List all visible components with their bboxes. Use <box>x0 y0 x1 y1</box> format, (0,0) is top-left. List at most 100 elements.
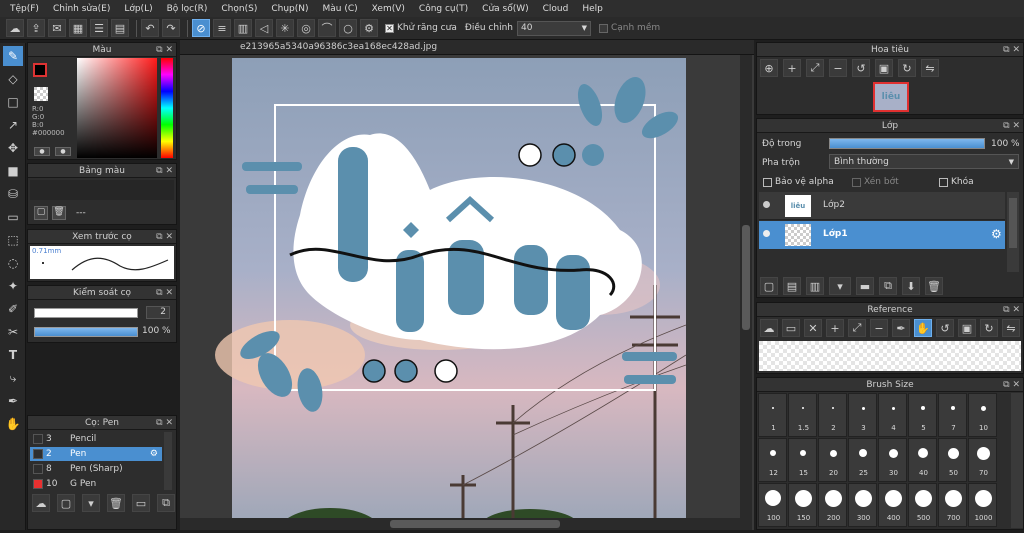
brush-size-cell[interactable]: 700 <box>938 483 967 527</box>
magic-wand-tool-icon[interactable]: ✦ <box>3 276 23 296</box>
undo-icon[interactable]: ↶ <box>141 19 159 37</box>
brush-menu-icon[interactable]: ▾ <box>82 494 100 512</box>
menu-layer[interactable]: Lớp(L) <box>117 4 159 14</box>
reference-canvas[interactable] <box>759 341 1021 371</box>
merge-layer-icon[interactable]: ⬇ <box>902 277 920 295</box>
layer-row[interactable]: liêu Lớp2 <box>759 192 1005 220</box>
layer-folder-icon[interactable]: ▬ <box>856 277 874 295</box>
ref-zoom-actual-icon[interactable]: ⤢ <box>848 319 866 337</box>
radial-snap-icon[interactable]: ✳ <box>276 19 294 37</box>
new-layer-1bit-icon[interactable]: ▥ <box>806 277 824 295</box>
brush-size-cell[interactable]: 30 <box>878 438 907 482</box>
rotate-right-icon[interactable]: ↻ <box>898 59 916 77</box>
hand-tool-icon[interactable]: ✋ <box>3 414 23 434</box>
delete-brush-icon[interactable]: 🗑 <box>107 494 125 512</box>
brush-size-cell[interactable]: 7 <box>938 393 967 437</box>
ref-close-icon[interactable]: ✕ <box>804 319 822 337</box>
text-tool-icon[interactable]: T <box>3 345 23 365</box>
smooth-edge-toggle[interactable]: Cạnh mềm <box>598 23 660 33</box>
menu-view[interactable]: Xem(V) <box>365 4 412 14</box>
brush-size-scrollbar[interactable] <box>1011 393 1023 528</box>
cloud-icon[interactable]: ☁ <box>6 19 24 37</box>
ref-zoom-out-icon[interactable]: − <box>870 319 888 337</box>
layers-icon[interactable]: ▤ <box>111 19 129 37</box>
new-layer-icon[interactable]: ▢ <box>760 277 778 295</box>
fill-shape-tool-icon[interactable]: ■ <box>3 161 23 181</box>
duplicate-layer-icon[interactable]: ⧉ <box>879 277 897 295</box>
brush-size-cell[interactable]: 300 <box>848 483 877 527</box>
saturation-value-square[interactable] <box>77 58 157 158</box>
clip-toggle[interactable]: Xén bớt <box>852 177 899 187</box>
layer-settings-icon[interactable]: ⚙ <box>991 227 1002 241</box>
brush-size-cell[interactable]: 500 <box>908 483 937 527</box>
divide-tool-icon[interactable]: ⤷ <box>3 368 23 388</box>
new-layer-8bit-icon[interactable]: ▤ <box>783 277 801 295</box>
antialias-checkbox[interactable]: ✕ <box>385 23 394 33</box>
foreground-color[interactable] <box>33 63 47 77</box>
close-icon[interactable]: ⧉ ✕ <box>156 416 173 430</box>
protect-alpha-toggle[interactable]: Bảo vệ alpha <box>763 177 834 187</box>
brush-size-cell[interactable]: 10 <box>968 393 997 437</box>
brush-size-value[interactable]: 2 <box>146 306 170 319</box>
zoom-actual-icon[interactable]: ⤢ <box>806 59 824 77</box>
brush-folder-icon[interactable]: ▭ <box>132 494 150 512</box>
close-icon[interactable]: ⧉ ✕ <box>156 164 173 178</box>
shape-tool-icon[interactable]: □ <box>3 92 23 112</box>
brush-opacity-slider[interactable] <box>34 327 138 337</box>
menu-filter[interactable]: Bộ lọc(R) <box>160 4 215 14</box>
brush-size-cell[interactable]: 4 <box>878 393 907 437</box>
document-tab[interactable]: e213965a5340a96386c3ea168ec428ad.jpg <box>180 40 754 55</box>
brush-size-cell[interactable]: 3 <box>848 393 877 437</box>
select-tool-icon[interactable]: ⬚ <box>3 230 23 250</box>
layer-list-scrollbar[interactable] <box>1007 192 1019 272</box>
artwork-canvas[interactable] <box>180 55 754 533</box>
rotate-left-icon[interactable]: ↺ <box>852 59 870 77</box>
navigator-thumbnail[interactable]: liêu <box>873 82 909 112</box>
hue-slider[interactable] <box>161 58 173 158</box>
antialias-toggle[interactable]: ✕ Khử răng cưa <box>385 23 457 33</box>
brush-list-scrollbar[interactable] <box>164 432 172 490</box>
perspective-snap-icon[interactable]: ◁ <box>255 19 273 37</box>
menu-color[interactable]: Màu (C) <box>316 4 365 14</box>
lasso-tool-icon[interactable]: ◌ <box>3 253 23 273</box>
brush-size-cell[interactable]: 1000 <box>968 483 997 527</box>
brush-list-item[interactable]: 2 Pen ⚙ <box>30 447 162 461</box>
ellipse-snap-icon[interactable]: ○ <box>339 19 357 37</box>
brush-size-cell[interactable]: 70 <box>968 438 997 482</box>
menu-edit[interactable]: Chỉnh sửa(E) <box>46 4 117 14</box>
menu-tools[interactable]: Công cụ(T) <box>412 4 475 14</box>
brush-list-item[interactable]: 8 Pen (Sharp) <box>30 462 162 476</box>
ref-open-icon[interactable]: ▭ <box>782 319 800 337</box>
brush-settings-icon[interactable]: ⚙ <box>150 449 158 459</box>
close-icon[interactable]: ⧉ ✕ <box>156 43 173 57</box>
clip-checkbox[interactable] <box>852 177 861 187</box>
gradient-tool-icon[interactable]: ▭ <box>3 207 23 227</box>
duplicate-brush-icon[interactable]: ⧉ <box>157 494 175 512</box>
brush-size-cell[interactable]: 15 <box>788 438 817 482</box>
menu-select[interactable]: Chọn(S) <box>214 4 264 14</box>
lock-toggle[interactable]: Khóa <box>939 177 974 187</box>
blend-mode-select[interactable]: Bình thường ▼ <box>829 154 1019 169</box>
menu-capture[interactable]: Chụp(N) <box>264 4 315 14</box>
ref-rotate-left-icon[interactable]: ↺ <box>936 319 954 337</box>
brush-size-cell[interactable]: 200 <box>818 483 847 527</box>
curve-snap-icon[interactable]: ⌒ <box>318 19 336 37</box>
flip-icon[interactable]: ⇋ <box>921 59 939 77</box>
brush-cloud-icon[interactable]: ☁ <box>32 494 50 512</box>
visibility-icon[interactable] <box>763 230 770 237</box>
select-eraser-tool-icon[interactable]: ✂ <box>3 322 23 342</box>
ref-reset-icon[interactable]: ▣ <box>958 319 976 337</box>
add-brush-icon[interactable]: ▢ <box>57 494 75 512</box>
circle-snap-icon[interactable]: ◎ <box>297 19 315 37</box>
color-preset-button[interactable]: ● <box>34 147 50 156</box>
brush-size-cell[interactable]: 25 <box>848 438 877 482</box>
brush-size-cell[interactable]: 12 <box>758 438 787 482</box>
close-icon[interactable]: ⧉ ✕ <box>1003 43 1020 57</box>
eraser-tool-icon[interactable]: ◇ <box>3 69 23 89</box>
eyedropper-tool-icon[interactable]: ✒ <box>3 391 23 411</box>
bucket-tool-icon[interactable]: ⛁ <box>3 184 23 204</box>
ref-zoom-in-icon[interactable]: + <box>826 319 844 337</box>
menu-window[interactable]: Cửa sổ(W) <box>475 4 535 14</box>
delete-layer-icon[interactable]: 🗑 <box>925 277 943 295</box>
select-pen-tool-icon[interactable]: ✐ <box>3 299 23 319</box>
